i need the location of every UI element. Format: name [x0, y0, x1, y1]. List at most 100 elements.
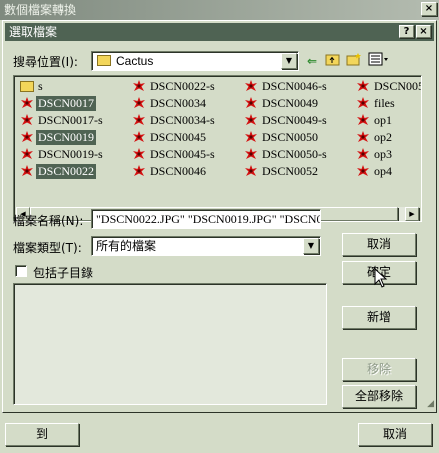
image-file-icon	[356, 79, 370, 93]
file-name: DSCN0052	[262, 164, 319, 178]
chevron-down-icon[interactable]: ▼	[303, 238, 319, 254]
bottom-cancel-button[interactable]: 取消	[358, 423, 432, 446]
dialog-close-button[interactable]: ×	[416, 25, 431, 38]
select-file-dialog: 選取檔案 ? × 搜尋位置(I): Cactus ▼ ⇐ s DSCN0017 DS…	[2, 20, 437, 413]
file-name: DSCN0049	[262, 96, 319, 110]
remove-button[interactable]: 移除	[342, 358, 416, 381]
new-folder-icon[interactable]	[345, 52, 363, 70]
file-name: s	[38, 79, 43, 93]
file-name: DSCN0046-s	[262, 79, 327, 93]
file-item[interactable]: DSCN0034-s	[130, 112, 240, 129]
back-arrow-icon[interactable]: ⇐	[303, 52, 321, 70]
cancel-button[interactable]: 取消	[342, 233, 416, 256]
filetype-label: 檔案類型(T):	[13, 241, 82, 255]
file-name: DSCN0017	[36, 96, 97, 111]
file-item[interactable]: DSCN0052	[354, 78, 421, 95]
file-name: op2	[374, 130, 392, 144]
dialog-title: 選取檔案	[9, 25, 58, 39]
image-file-icon	[132, 147, 146, 161]
file-name: DSCN0052	[374, 79, 421, 93]
filetype-value: 所有的檔案	[96, 239, 157, 253]
up-folder-icon[interactable]	[324, 52, 342, 70]
file-name: op3	[374, 147, 392, 161]
lookin-combobox[interactable]: Cactus ▼	[91, 51, 299, 71]
filetype-select[interactable]: 所有的檔案 ▼	[91, 236, 321, 256]
image-file-icon	[20, 113, 34, 127]
include-subdirs-checkbox[interactable]	[15, 265, 27, 277]
include-subdirs-label: 包括子目錄	[33, 266, 94, 280]
outer-close-button[interactable]: ×	[421, 2, 437, 16]
file-name: op4	[374, 164, 392, 178]
file-item[interactable]: files	[354, 95, 421, 112]
file-item[interactable]: DSCN0045	[130, 129, 240, 146]
chevron-down-icon[interactable]: ▼	[281, 53, 297, 69]
image-file-icon	[356, 96, 370, 110]
file-name: DSCN0034-s	[150, 113, 215, 127]
to-button[interactable]: 到	[5, 423, 79, 446]
file-item[interactable]: DSCN0022	[18, 163, 128, 180]
file-name: DSCN0046	[150, 164, 207, 178]
filename-input[interactable]: "DSCN0022.JPG" "DSCN0019.JPG" "DSCN0017.…	[91, 209, 321, 229]
folder-icon	[97, 55, 111, 66]
file-name: DSCN0022	[36, 164, 97, 179]
file-column: DSCN0052 files op1 op2 op3 op4	[354, 78, 421, 180]
image-file-icon	[132, 79, 146, 93]
file-item[interactable]: DSCN0019-s	[18, 146, 128, 163]
file-name: DSCN0034	[150, 96, 207, 110]
image-file-icon	[244, 113, 258, 127]
file-name: files	[374, 96, 395, 110]
outer-window-title: 數個檔案轉換	[4, 3, 77, 17]
image-file-icon	[132, 113, 146, 127]
image-file-icon	[20, 164, 34, 178]
folder-icon	[20, 81, 34, 92]
file-name: DSCN0019	[36, 130, 97, 145]
remove-all-button[interactable]: 全部移除	[342, 385, 416, 408]
image-file-icon	[244, 164, 258, 178]
file-item[interactable]: DSCN0046	[130, 163, 240, 180]
file-item[interactable]: op3	[354, 146, 421, 163]
mouse-pointer-icon	[374, 268, 388, 288]
file-item[interactable]: DSCN0046-s	[242, 78, 352, 95]
file-name: DSCN0050	[262, 130, 319, 144]
file-item[interactable]: DSCN0017	[18, 95, 128, 112]
file-name: op1	[374, 113, 392, 127]
file-item[interactable]: DSCN0019	[18, 129, 128, 146]
image-file-icon	[132, 130, 146, 144]
file-item[interactable]: op4	[354, 163, 421, 180]
add-button[interactable]: 新增	[342, 306, 416, 329]
image-file-icon	[244, 79, 258, 93]
help-button[interactable]: ?	[399, 25, 414, 38]
image-file-icon	[356, 164, 370, 178]
file-name: DSCN0022-s	[150, 79, 215, 93]
file-item[interactable]: DSCN0050	[242, 129, 352, 146]
file-item[interactable]: op1	[354, 112, 421, 129]
file-name: DSCN0045-s	[150, 147, 215, 161]
file-name: DSCN0050-s	[262, 147, 327, 161]
file-column: DSCN0022-s DSCN0034 DSCN0034-s DSCN0045 DSCN…	[130, 78, 240, 180]
file-item[interactable]: DSCN0045-s	[130, 146, 240, 163]
scroll-right-icon[interactable]: ▶	[405, 207, 419, 221]
file-item[interactable]: op2	[354, 129, 421, 146]
file-name: DSCN0019-s	[38, 147, 103, 161]
file-name: DSCN0049-s	[262, 113, 327, 127]
file-item[interactable]: DSCN0049-s	[242, 112, 352, 129]
lookin-value: Cactus	[116, 54, 154, 68]
file-item[interactable]: DSCN0017-s	[18, 112, 128, 129]
file-item[interactable]: DSCN0052	[242, 163, 352, 180]
file-name: DSCN0017-s	[38, 113, 103, 127]
file-item[interactable]: DSCN0022-s	[130, 78, 240, 95]
lookin-label: 搜尋位置(I):	[13, 55, 78, 69]
image-file-icon	[356, 147, 370, 161]
image-file-icon	[20, 130, 34, 144]
selected-files-list[interactable]	[13, 283, 327, 405]
dialog-titlebar: 選取檔案 ? ×	[5, 23, 434, 41]
file-list[interactable]: s DSCN0017 DSCN0017-s DSCN0019 DSCN0019-s DSC…	[13, 75, 422, 222]
file-item[interactable]: DSCN0050-s	[242, 146, 352, 163]
view-menu-icon[interactable]	[367, 52, 391, 70]
file-item[interactable]: DSCN0034	[130, 95, 240, 112]
resize-grip-icon[interactable]: ◢	[422, 398, 434, 410]
file-item[interactable]: s	[18, 78, 128, 95]
file-column: DSCN0046-s DSCN0049 DSCN0049-s DSCN0050 DSCN…	[242, 78, 352, 180]
image-file-icon	[356, 113, 370, 127]
file-item[interactable]: DSCN0049	[242, 95, 352, 112]
